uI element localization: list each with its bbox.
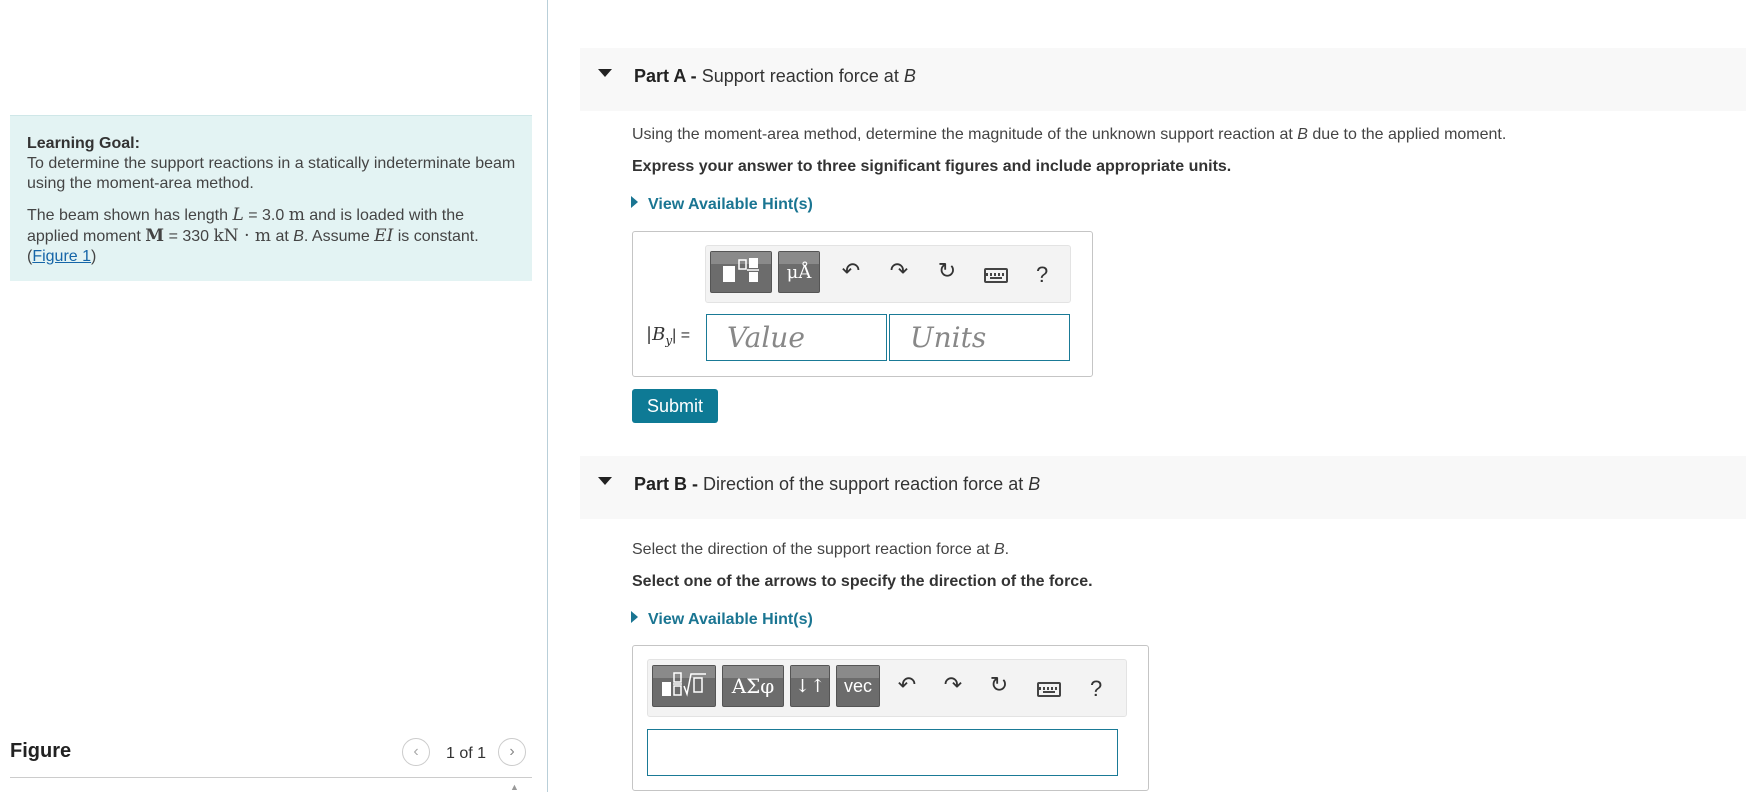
vec-button[interactable]: vec <box>836 665 880 707</box>
figure-prev-button[interactable]: ‹ <box>402 738 430 766</box>
part-b-toolbar: ΑΣφ ↓↑ vec ↶ ↷ ↻ ? <box>647 659 1127 717</box>
figure-label: Figure <box>10 740 72 762</box>
part-a-title-point: B <box>903 66 916 86</box>
learning-goal-box: Learning Goal: To determine the support … <box>10 115 532 281</box>
learning-goal-title: Learning Goal: <box>27 135 140 152</box>
part-b-question: Select the direction of the support reac… <box>632 541 1009 559</box>
hint-label: View Available Hint(s) <box>648 196 813 213</box>
part-a-title-text: Support reaction force at <box>701 66 904 86</box>
part-b-hint-link[interactable]: View Available Hint(s) <box>631 611 813 629</box>
chevron-left-icon: ‹ <box>413 743 419 760</box>
figure-page-indicator: 1 of 1 <box>446 745 487 762</box>
length-value: = 3.0 <box>243 207 289 224</box>
undo-icon[interactable]: ↶ <box>836 258 866 284</box>
question-point: B <box>993 541 1005 558</box>
problem-statement: The beam shown has length L = 3.0 m and … <box>27 205 516 267</box>
ei-symbol: EI <box>374 226 394 246</box>
templates-button[interactable] <box>652 665 716 707</box>
templates-button[interactable] <box>710 251 772 293</box>
templates-icon <box>721 256 761 289</box>
redo-icon[interactable]: ↷ <box>938 672 968 698</box>
help-icon[interactable]: ? <box>1090 676 1102 702</box>
length-symbol: L <box>232 205 244 225</box>
question-text: . <box>1004 541 1010 558</box>
problem-text: at <box>271 228 294 245</box>
question-text: Using the moment-area method, determine … <box>632 126 1298 143</box>
submit-button[interactable]: Submit <box>632 389 718 423</box>
units-input[interactable] <box>889 314 1070 361</box>
part-b-title-text: Direction of the support reaction force … <box>703 474 1029 494</box>
part-a-hint-link[interactable]: View Available Hint(s) <box>631 196 813 214</box>
part-a-header[interactable]: Part A - Support reaction force at B <box>580 48 1746 111</box>
hint-label: View Available Hint(s) <box>648 611 813 628</box>
learning-goal-description: To determine the support reactions in a … <box>27 155 516 192</box>
by-label: |By| = <box>646 324 690 348</box>
part-a-prefix: Part A - <box>634 66 697 86</box>
redo-icon[interactable]: ↷ <box>884 258 914 284</box>
moment-unit: kN · m <box>213 226 272 246</box>
collapse-caret-icon[interactable] <box>598 477 612 485</box>
figure-1-link[interactable]: Figure 1 <box>32 248 91 265</box>
part-a-answer-box: μÅ ↶ ↷ ↻ ? |By| = <box>632 231 1093 377</box>
part-b-answer-box: ΑΣφ ↓↑ vec ↶ ↷ ↻ ? <box>632 645 1149 791</box>
moment-symbol: M <box>145 226 165 246</box>
greek-icon: ΑΣφ <box>731 674 775 698</box>
direction-answer-field[interactable] <box>647 729 1118 776</box>
part-b-title: Part B - Direction of the support reacti… <box>634 474 1040 495</box>
collapse-caret-icon[interactable] <box>598 69 612 77</box>
chevron-right-icon: › <box>509 743 515 760</box>
help-icon[interactable]: ? <box>1036 262 1048 288</box>
question-text: due to the applied moment. <box>1307 126 1507 143</box>
by-var: B <box>652 324 666 345</box>
reset-icon[interactable]: ↻ <box>932 258 962 284</box>
arrows-icon: ↓↑ <box>794 675 826 697</box>
part-a-title: Part A - Support reaction force at B <box>634 66 916 87</box>
keyboard-icon[interactable] <box>984 268 1008 283</box>
moment-value: = 330 <box>164 228 214 245</box>
scroll-up-icon[interactable]: ▲ <box>510 782 519 792</box>
figure-next-button[interactable]: › <box>498 738 526 766</box>
part-b-instruction: Select one of the arrows to specify the … <box>632 573 1093 590</box>
part-b-title-point: B <box>1028 474 1041 494</box>
part-a-instruction: Express your answer to three significant… <box>632 158 1232 175</box>
problem-text: . Assume <box>303 228 375 245</box>
arrows-button[interactable]: ↓↑ <box>790 665 830 707</box>
expand-triangle-icon <box>631 196 638 208</box>
part-b-prefix: Part B - <box>634 474 699 494</box>
problem-text: ) <box>91 248 97 265</box>
part-a-toolbar: μÅ ↶ ↷ ↻ ? <box>705 245 1071 303</box>
templates-icon <box>660 670 708 703</box>
units-icon: μÅ <box>786 261 812 283</box>
part-b-header[interactable]: Part B - Direction of the support reacti… <box>580 456 1746 519</box>
undo-icon[interactable]: ↶ <box>892 672 922 698</box>
units-button[interactable]: μÅ <box>778 251 820 293</box>
keyboard-icon[interactable] <box>1037 682 1061 697</box>
question-text: Select the direction of the support reac… <box>632 541 994 558</box>
value-input[interactable] <box>706 314 887 361</box>
left-panel: Learning Goal: To determine the support … <box>0 0 548 792</box>
length-unit: m <box>288 205 305 225</box>
part-a-question: Using the moment-area method, determine … <box>632 126 1506 144</box>
expand-triangle-icon <box>631 611 638 623</box>
figure-bar: Figure ‹ 1 of 1 › <box>10 728 532 778</box>
question-point: B <box>1297 126 1308 143</box>
greek-button[interactable]: ΑΣφ <box>722 665 784 707</box>
point-b: B <box>293 228 304 245</box>
reset-icon[interactable]: ↻ <box>984 672 1014 698</box>
panel-divider <box>547 0 548 792</box>
vec-icon: vec <box>843 675 872 696</box>
problem-text: The beam shown has length <box>27 207 233 224</box>
equals-sign: | = <box>672 327 691 344</box>
